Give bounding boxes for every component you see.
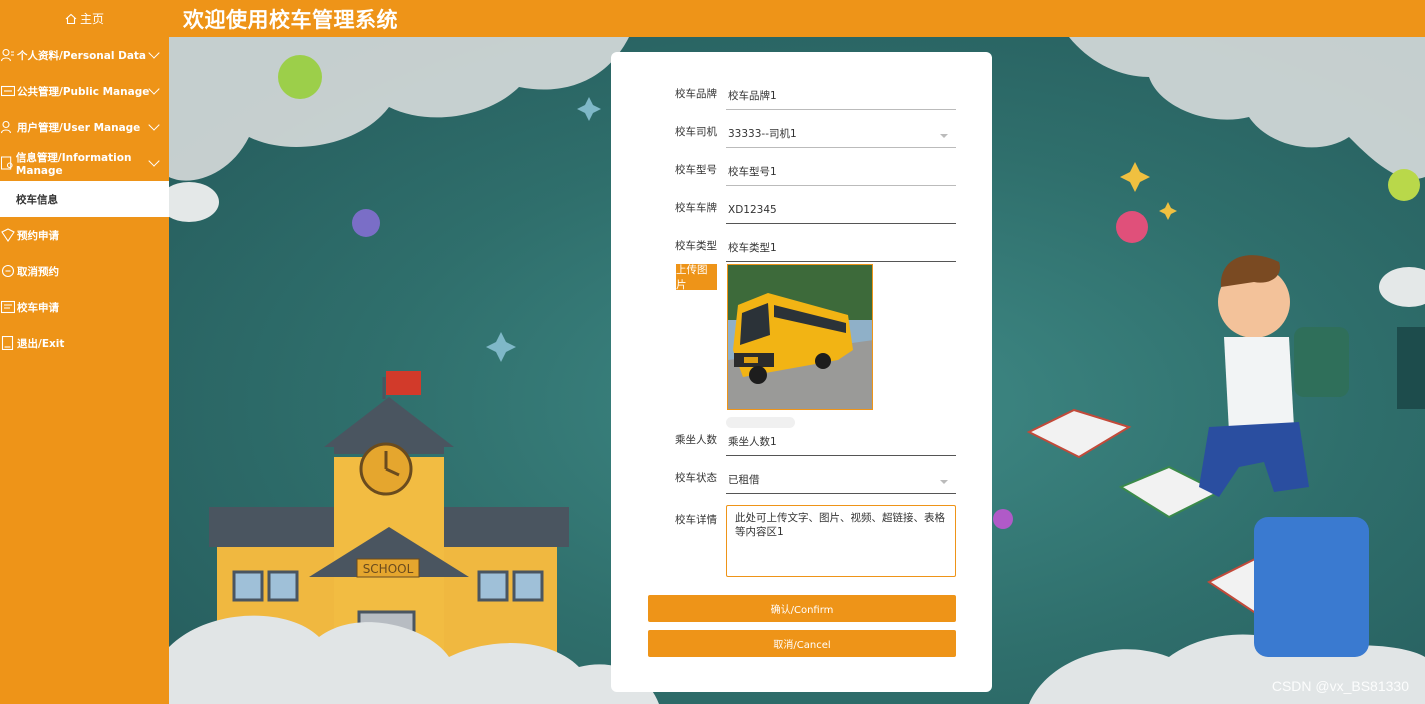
watermark: CSDN @vx_BS81330 [1271,678,1409,694]
page-title: 欢迎使用校车管理系统 [183,8,398,32]
chevron-down-icon [148,47,160,59]
sidebar-item-exit[interactable]: 退出/Exit [0,325,169,361]
sidebar-item-information-manage[interactable]: 信息管理/Information Manage [0,145,169,181]
chevron-down-icon [148,83,160,95]
brand-label: 校车品牌 [675,88,717,100]
driver-select[interactable] [726,120,956,148]
seats-label: 乘坐人数 [675,434,717,446]
svg-text:SCHOOL: SCHOOL [363,562,414,576]
brand-input[interactable] [726,82,956,110]
model-input[interactable] [726,158,956,186]
sidebar-item-label: 校车信息 [16,193,58,206]
home-label: 主页 [79,12,104,26]
top-bar: 主页 欢迎使用校车管理系统 [0,0,1425,37]
sidebar-item-label: 预约申请 [17,229,59,242]
status-row: 校车状态 [611,456,992,494]
booking-icon [1,228,15,242]
driver-label: 校车司机 [675,126,717,138]
caret-down-icon [940,134,948,138]
sidebar-item-booking[interactable]: 预约申请 [0,217,169,253]
sidebar-item-label: 取消预约 [17,265,59,278]
plate-row: 校车车牌 [611,186,992,224]
plate-label: 校车车牌 [675,202,717,214]
sidebar-item-bus-info[interactable]: 校车信息 [0,181,169,217]
type-label: 校车类型 [675,240,717,252]
sidebar-item-user-manage[interactable]: 用户管理/User Manage [0,109,169,145]
chevron-down-icon [148,119,160,131]
exit-icon [1,336,14,350]
sidebar-item-cancel-booking[interactable]: 取消预约 [0,253,169,289]
info-icon [1,156,13,170]
public-icon [1,85,15,97]
bus-photo [727,264,873,410]
plate-input[interactable] [726,196,956,224]
type-row: 校车类型 [611,224,992,262]
bus-edit-form: 校车品牌 校车司机 校车型号 校车车牌 校车类型 上传图片 [611,52,992,692]
sidebar-item-label: 校车申请 [17,301,59,314]
user-icon [1,48,14,62]
upload-image-button[interactable]: 上传图片 [676,264,717,291]
status-label: 校车状态 [675,472,717,484]
bus-apply-icon [1,300,15,314]
sidebar-item-public-manage[interactable]: 公共管理/Public Manage [0,73,169,109]
sidebar-item-personal-data[interactable]: 个人资料/Personal Data [0,37,169,73]
type-input[interactable] [726,234,956,262]
status-select[interactable] [726,466,956,494]
seats-row: 乘坐人数 [611,418,992,456]
school-bus-photo [728,265,872,409]
model-label: 校车型号 [675,164,717,176]
sidebar-item-label: 公共管理/Public Manage [17,85,150,98]
sidebar-item-label: 个人资料/Personal Data [17,49,147,62]
detail-textarea[interactable]: 此处可上传文字、图片、视频、超链接、表格等内容区1 [726,505,956,577]
sidebar-item-label: 用户管理/User Manage [17,121,141,134]
sidebar-item-bus-apply[interactable]: 校车申请 [0,289,169,325]
cancel-button[interactable]: 取消/Cancel [648,630,956,657]
users-icon [1,120,12,134]
home-icon [65,13,77,24]
seats-input[interactable] [726,428,956,456]
confirm-button[interactable]: 确认/Confirm [648,595,956,622]
detail-label: 校车详情 [675,514,717,526]
home-link[interactable]: 主页 [0,0,169,37]
sidebar: 个人资料/Personal Data 公共管理/Public Manage 用户… [0,37,169,704]
caret-down-icon [940,480,948,484]
sidebar-item-label: 退出/Exit [17,337,65,350]
brand-row: 校车品牌 [611,72,992,110]
model-row: 校车型号 [611,148,992,186]
driver-row: 校车司机 [611,110,992,148]
sidebar-item-label: 信息管理/Information Manage [15,151,132,177]
cancel-booking-icon [1,264,15,278]
